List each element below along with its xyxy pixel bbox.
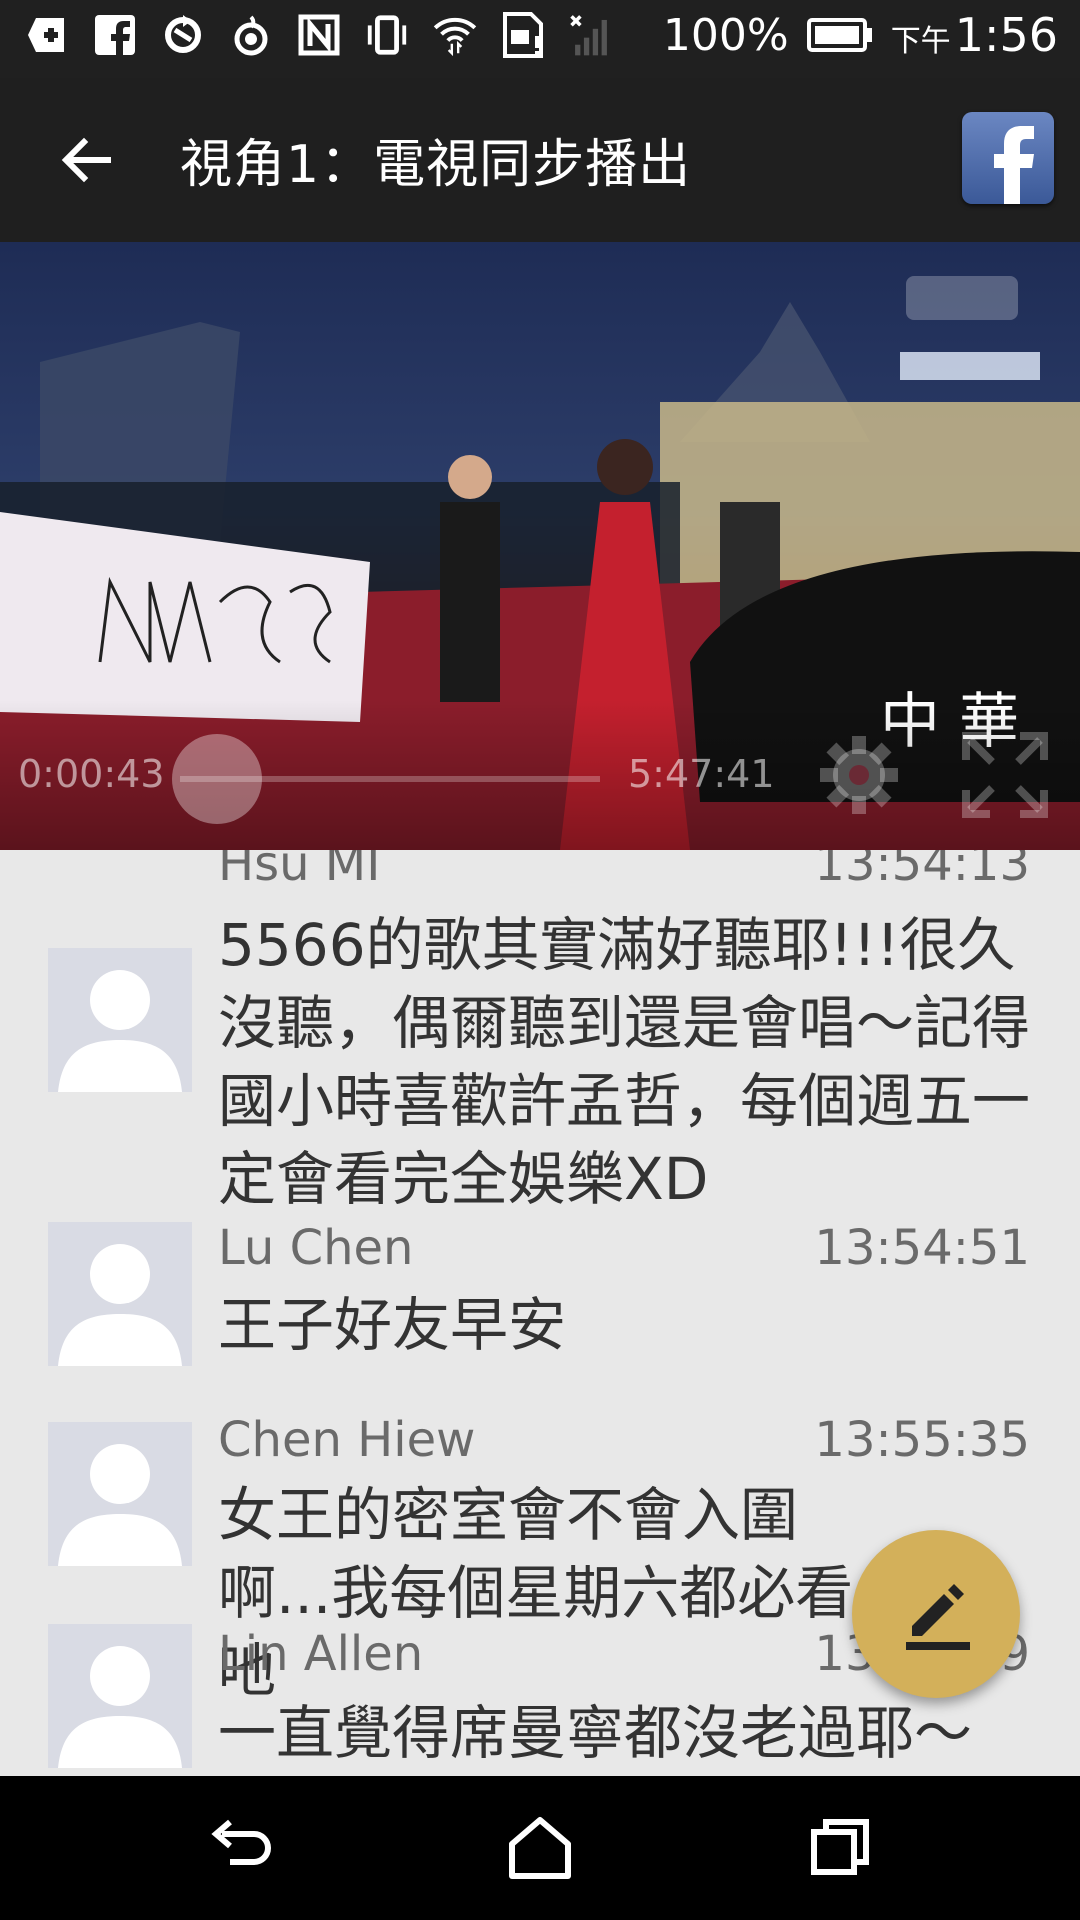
default-avatar-icon	[58, 970, 182, 1092]
battery-percent: 100%	[662, 9, 789, 61]
comment-time: 13:54:51	[814, 1220, 1030, 1276]
arrow-back-icon[interactable]	[56, 130, 116, 190]
comment-author: Hsu MI	[218, 850, 381, 892]
default-avatar-icon	[58, 1646, 182, 1768]
seek-thumb[interactable]	[172, 734, 262, 824]
facebook-icon	[92, 12, 138, 58]
vibrate-icon	[364, 12, 410, 58]
total-time: 5:47:41	[628, 752, 775, 796]
battery-icon	[805, 12, 875, 58]
comment-author: Chen Hiew	[218, 1412, 476, 1468]
fullscreen-icon[interactable]	[960, 730, 1050, 820]
comment-time: 13:54:13	[814, 850, 1030, 892]
sync-icon	[160, 12, 206, 58]
nfc-icon	[296, 12, 342, 58]
home-icon[interactable]	[500, 1808, 580, 1888]
clock: 下午 1:56	[891, 8, 1058, 62]
facebook-icon	[994, 126, 1034, 204]
edit-icon	[906, 1584, 970, 1650]
comment-time: 13:55:35	[814, 1412, 1030, 1468]
compose-button[interactable]	[852, 1530, 1020, 1698]
status-bar: 100% 下午 1:56	[0, 0, 1080, 78]
recents-icon[interactable]	[800, 1808, 880, 1888]
comment-text: 5566的歌其實滿好聽耶!!!很久沒聽，偶爾聽到還是會唱～記得國小時喜歡許孟哲，…	[218, 911, 1031, 1213]
avatar	[48, 1422, 192, 1566]
avatar	[48, 1624, 192, 1768]
default-avatar-icon	[58, 1444, 182, 1566]
default-avatar-icon	[58, 1244, 182, 1366]
time-prefix: 下午	[890, 24, 951, 59]
comment-author: Lu Chen	[218, 1220, 414, 1276]
page-title: 視角1：電視同步播出	[180, 135, 692, 195]
back-icon[interactable]	[200, 1808, 280, 1888]
navigation-bar	[0, 1776, 1080, 1920]
list-item[interactable]: Lu Chen 13:54:51 王子好友早安	[0, 1220, 1080, 1380]
current-time: 0:00:43	[18, 752, 165, 796]
time: 1:56	[954, 8, 1058, 62]
comment-text: 王子好友早安	[218, 1291, 567, 1359]
sim-icon	[500, 12, 546, 58]
comment-author: Lin Allen	[218, 1626, 424, 1682]
wifi-icon	[432, 12, 478, 58]
hotspot-icon	[228, 12, 274, 58]
facebook-share-button[interactable]	[962, 112, 1054, 204]
comment-text: 一直覺得席曼寧都沒老過耶～	[218, 1699, 973, 1767]
avatar	[48, 1222, 192, 1366]
list-item[interactable]: Hsu MI 13:54:13 5566的歌其實滿好聽耶!!!很久沒聽，偶爾聽到…	[0, 850, 1080, 1213]
signal-off-icon	[568, 12, 614, 58]
add-box-icon	[24, 12, 70, 58]
avatar	[48, 948, 192, 1092]
app-bar: 視角1：電視同步播出	[0, 78, 1080, 242]
settings-icon[interactable]	[814, 730, 904, 820]
